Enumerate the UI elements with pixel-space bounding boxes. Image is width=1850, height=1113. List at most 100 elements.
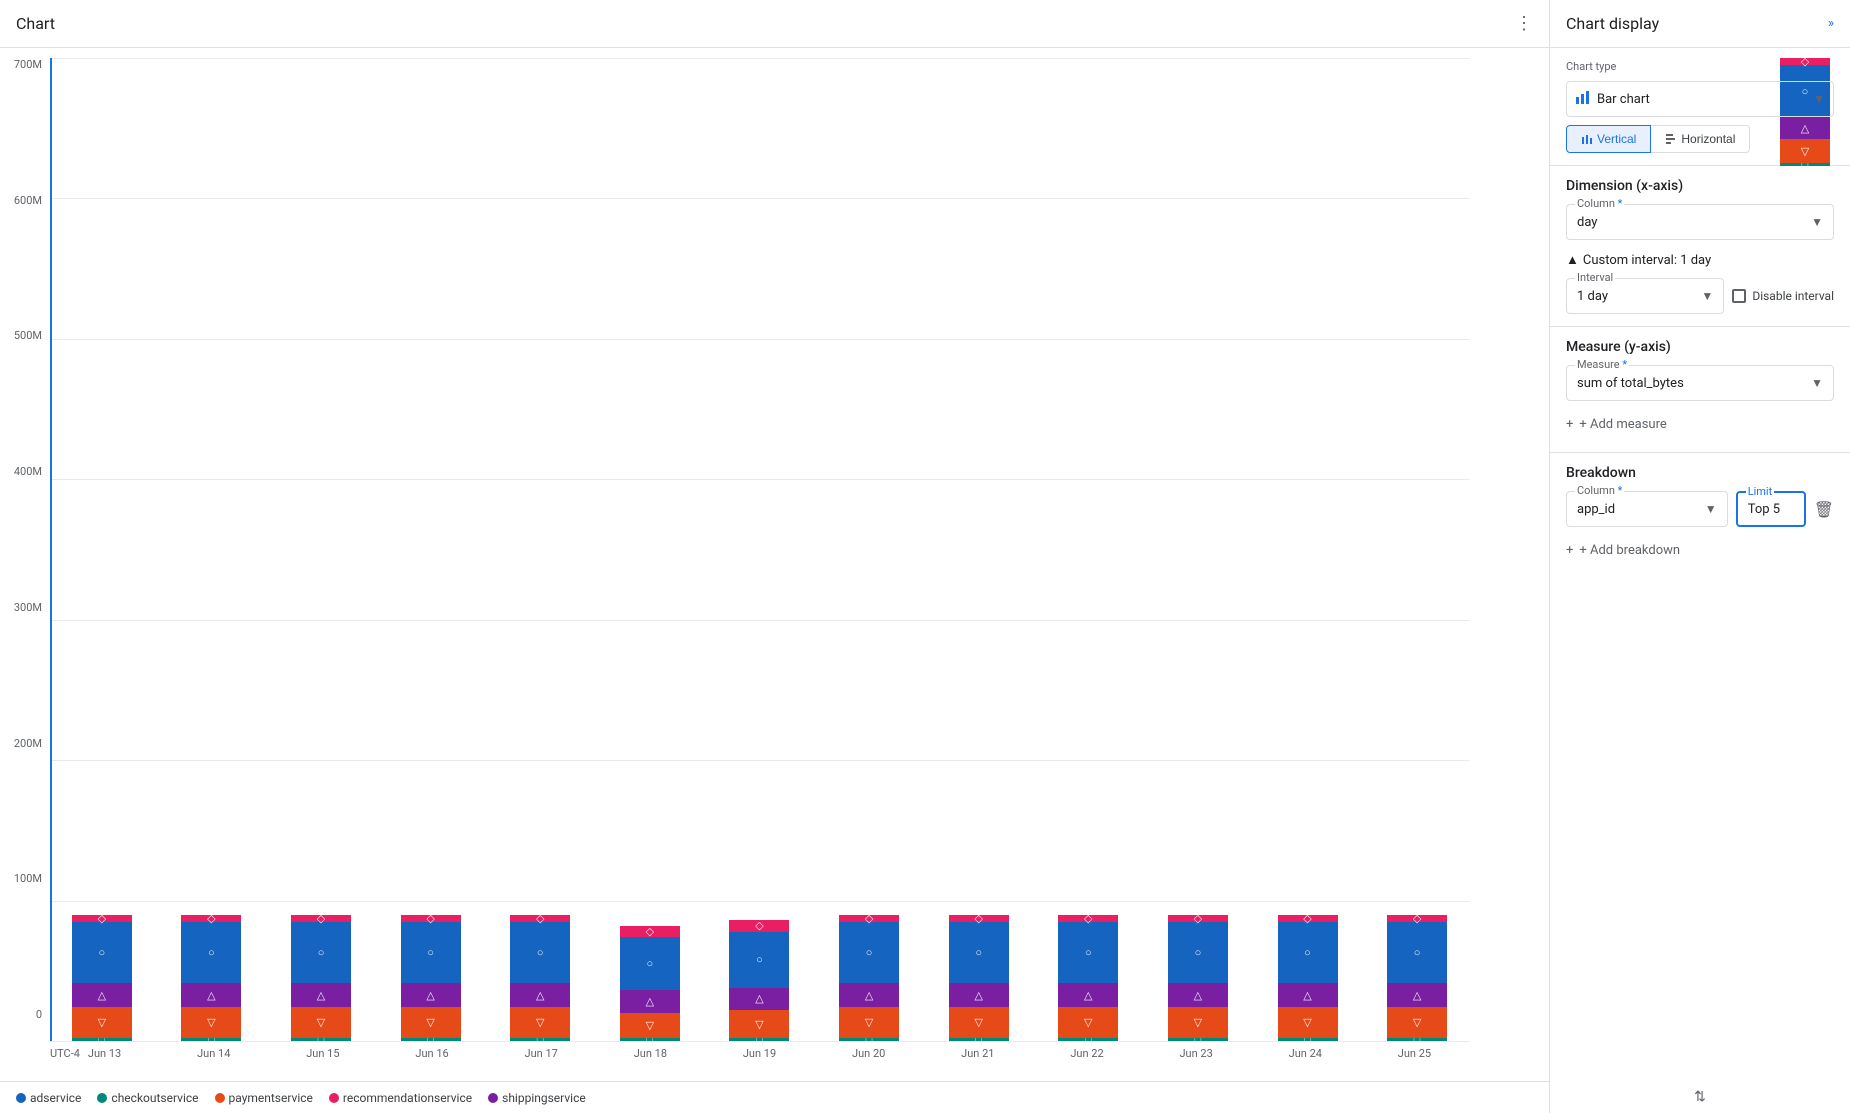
breakdown-column-value: app_id: [1577, 502, 1705, 517]
chart-type-select[interactable]: Bar chart ▼: [1566, 81, 1834, 117]
column-label: Column: [1575, 197, 1624, 210]
measure-value: sum of total_bytes: [1577, 376, 1811, 391]
bar-segment-orange: ▽: [72, 1007, 132, 1038]
bar-segment-purple: △: [839, 983, 899, 1007]
y-axis: 700M 600M 500M 400M 300M 200M 100M 0: [0, 58, 48, 1021]
chart-body: 700M 600M 500M 400M 300M 200M 100M 0: [0, 48, 1549, 1081]
bottom-expand-button[interactable]: ⇅: [1550, 1081, 1850, 1113]
x-label: Jun 22: [1032, 1047, 1141, 1060]
bar-segment-purple: △: [1278, 983, 1338, 1007]
add-breakdown-label: + Add breakdown: [1579, 543, 1680, 558]
bar-stack: □▽△○◇: [1387, 915, 1447, 1041]
limit-field[interactable]: Limit Top 5: [1736, 491, 1806, 527]
column-select[interactable]: Column day ▼: [1566, 204, 1834, 240]
legend-label: paymentservice: [229, 1091, 313, 1105]
partial-y-labels: [1725, 58, 1765, 1023]
bar-segment-pink: ◇: [949, 915, 1009, 922]
bar-segment-purple: △: [181, 983, 241, 1007]
bar-segment-teal: □: [72, 1038, 132, 1041]
vertical-label: Vertical: [1597, 132, 1636, 146]
bar-segment-orange: ▽: [291, 1007, 351, 1038]
legend-dot: [16, 1093, 26, 1103]
chevron-up-icon: ▲: [1566, 252, 1579, 268]
add-measure-label: + Add measure: [1579, 417, 1666, 432]
bar-segment-blue: ○: [729, 932, 789, 988]
interval-select[interactable]: Interval 1 day ▼: [1566, 278, 1724, 314]
bar-group: □▽△○◇: [269, 58, 373, 1041]
chart-type-arrow-icon: ▼: [1813, 92, 1825, 106]
bar-segment-blue: ○: [1058, 922, 1118, 984]
bar-segment-orange: ▽: [949, 1007, 1009, 1038]
chart-type-value: Bar chart: [1597, 92, 1813, 107]
bar-segment-teal: □: [839, 1038, 899, 1041]
bar-stack: □▽△○◇: [1058, 915, 1118, 1041]
bar-stack: □▽△○◇: [510, 915, 570, 1041]
bar-group: □▽△○◇: [488, 58, 592, 1041]
measure-select[interactable]: Measure sum of total_bytes ▼: [1566, 365, 1834, 401]
x-label: Jun 18: [596, 1047, 705, 1060]
bar-segment-purple: △: [510, 983, 570, 1007]
breakdown-row: Column app_id ▼ Limit Top 5 🗑: [1566, 491, 1834, 527]
add-breakdown-plus-icon: +: [1566, 543, 1573, 558]
bar-segment-orange: ▽: [729, 1010, 789, 1038]
bar-segment-teal: □: [1168, 1038, 1228, 1041]
bar-group: □▽△○◇: [1146, 58, 1250, 1041]
legend-dot: [329, 1093, 339, 1103]
bar-group: □▽△○◇: [598, 58, 702, 1041]
bar-segment-purple: △: [620, 990, 680, 1012]
bar-segment-pink: ◇: [1278, 915, 1338, 922]
bar-group: □▽△○◇: [160, 58, 264, 1041]
x-label: Jun 13: [50, 1047, 159, 1060]
bars-row: □▽△○◇□▽△○◇□▽△○◇□▽△○◇□▽△○◇□▽△○◇□▽△○◇□▽△○◇…: [50, 58, 1469, 1041]
x-label: Jun 24: [1251, 1047, 1360, 1060]
y-label-600: 600M: [14, 194, 42, 207]
bar-segment-pink: ◇: [1168, 915, 1228, 922]
bar-segment-purple: △: [72, 983, 132, 1007]
partial-bar-segment-teal: □: [1780, 163, 1830, 166]
bar-group: □▽△○◇: [1256, 58, 1360, 1041]
bar-segment-orange: ▽: [620, 1013, 680, 1038]
bar-segment-blue: ○: [1168, 922, 1228, 984]
chart-title: Chart: [16, 14, 55, 33]
legend-dot: [488, 1093, 498, 1103]
bar-segment-blue: ○: [839, 922, 899, 984]
legend-label: shippingservice: [502, 1091, 586, 1105]
x-label: Jun 15: [268, 1047, 377, 1060]
column-arrow-icon: ▼: [1811, 215, 1823, 229]
bar-segment-orange: ▽: [1278, 1007, 1338, 1038]
bar-segment-purple: △: [1058, 983, 1118, 1007]
bars-region: □▽△○◇□▽△○◇□▽△○◇□▽△○◇□▽△○◇□▽△○◇□▽△○◇□▽△○◇…: [50, 58, 1469, 1041]
bar-segment-pink: ◇: [1387, 915, 1447, 922]
bar-segment-pink: ◇: [401, 915, 461, 922]
panel-title: Chart display: [1566, 14, 1659, 33]
x-label: Jun 19: [705, 1047, 814, 1060]
bar-stack: □▽△○◇: [839, 915, 899, 1041]
more-icon[interactable]: ⋮: [1515, 13, 1533, 34]
bar-segment-teal: □: [1278, 1038, 1338, 1041]
add-measure-plus-icon: +: [1566, 417, 1573, 432]
panel-expand-icon[interactable]: »: [1828, 16, 1834, 31]
partial-bar-segment-purple: △: [1780, 117, 1830, 139]
bar-segment-blue: ○: [949, 922, 1009, 984]
vertical-button[interactable]: Vertical: [1566, 125, 1651, 153]
legend-label: checkoutservice: [111, 1091, 198, 1105]
y-label-0: 0: [36, 1008, 42, 1021]
y-label-200: 200M: [14, 737, 42, 750]
y-label-400: 400M: [14, 465, 42, 478]
bar-stack: □▽△○◇: [729, 920, 789, 1041]
column-value: day: [1577, 215, 1811, 230]
bar-segment-orange: ▽: [510, 1007, 570, 1038]
measure-label: Measure: [1575, 358, 1629, 371]
x-label: Jun 16: [377, 1047, 486, 1060]
bar-segment-orange: ▽: [1058, 1007, 1118, 1038]
bar-segment-purple: △: [291, 983, 351, 1007]
bar-segment-blue: ○: [510, 922, 570, 984]
bar-segment-pink: ◇: [620, 926, 680, 937]
bar-segment-teal: □: [729, 1038, 789, 1041]
bar-segment-purple: △: [729, 988, 789, 1010]
bar-segment-teal: □: [1058, 1038, 1118, 1041]
bar-segment-pink: ◇: [291, 915, 351, 922]
bar-stack: □▽△○◇: [291, 915, 351, 1041]
partial-bar-area: □▽△○◇: [1770, 58, 1840, 1023]
breakdown-column-select[interactable]: Column app_id ▼: [1566, 491, 1728, 527]
